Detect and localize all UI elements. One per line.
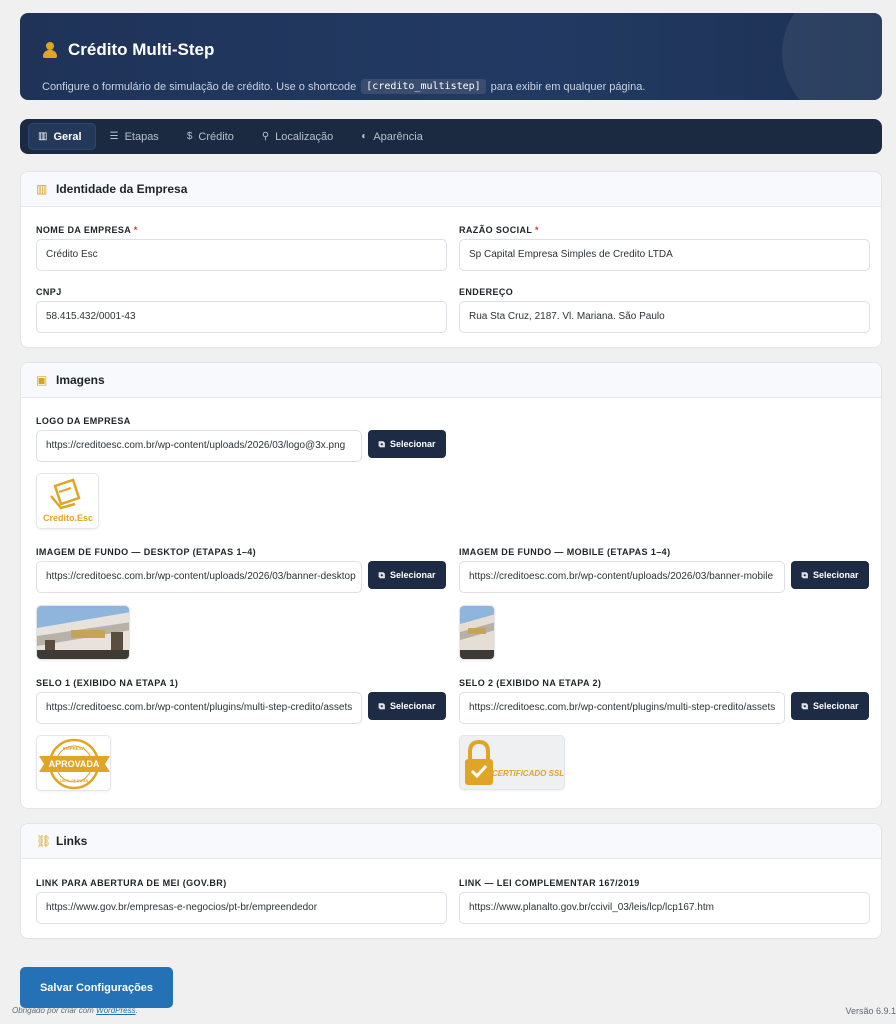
tab-label: Crédito <box>198 130 234 143</box>
media-icon: ⧉ <box>801 569 808 580</box>
page-header: Crédito Multi-Step Configure o formulári… <box>20 13 882 100</box>
field-label: LINK — LEI COMPLEMENTAR 167/2019 <box>459 878 640 888</box>
save-button[interactable]: Salvar Configurações <box>20 967 173 1008</box>
description-text-after: para exibir em qualquer página. <box>490 80 646 93</box>
page-title: Crédito Multi-Step <box>68 40 215 59</box>
field-label: ENDEREÇO <box>459 287 514 297</box>
user-icon <box>42 42 58 58</box>
building-photo-mobile <box>460 606 494 659</box>
media-icon: ⧉ <box>378 700 385 711</box>
lc-link-input[interactable]: https://www.planalto.gov.br/ccivil_03/le… <box>459 892 870 924</box>
description-text: Configure o formulário de simulação de c… <box>42 80 357 93</box>
field-label: IMAGEM DE FUNDO — DESKTOP (ETAPAS 1–4) <box>36 547 257 557</box>
identity-card: ▥ Identidade da Empresa NOME DA EMPRESA … <box>20 171 882 348</box>
list-icon: ☰ <box>109 131 119 142</box>
tab-label: Etapas <box>124 130 159 143</box>
field-label: RAZÃO SOCIAL * <box>459 225 539 235</box>
select-logo-button[interactable]: ⧉ Selecionar <box>368 430 446 458</box>
card-title: Links <box>56 834 88 848</box>
card-header: ▥ Identidade da Empresa <box>21 172 881 207</box>
image-icon: ▣ <box>36 373 48 387</box>
decorative-circle <box>782 13 882 100</box>
tab-label: Aparência <box>373 130 423 143</box>
select-seal2-button[interactable]: ⧉ Selecionar <box>791 692 869 720</box>
mei-link-input[interactable]: https://www.gov.br/empresas-e-negocios/p… <box>36 892 447 924</box>
links-card: ⛓ Links LINK PARA ABERTURA DE MEI (GOV.B… <box>20 823 882 939</box>
pin-icon: ⚲ <box>261 131 270 142</box>
settings-tabs: ▥ Geral ☰ Etapas $ Crédito ⚲ Localização… <box>20 119 882 154</box>
page-description: Configure o formulário de simulação de c… <box>42 79 645 94</box>
building-icon: ▥ <box>36 182 48 196</box>
page-title-row: Crédito Multi-Step <box>42 40 214 60</box>
field-label: SELO 1 (EXIBIDO NA ETAPA 1) <box>36 678 179 688</box>
building-icon: ▥ <box>38 131 48 142</box>
building-photo <box>37 606 129 659</box>
media-icon: ⧉ <box>378 569 385 580</box>
media-icon: ⧉ <box>378 438 385 449</box>
card-title: Identidade da Empresa <box>56 182 188 196</box>
svg-text:EMPRESA: EMPRESA <box>63 746 86 751</box>
logo-url-input[interactable]: https://creditoesc.com.br/wp-content/upl… <box>36 430 362 462</box>
address-input[interactable]: Rua Sta Cruz, 2187. Vl. Mariana. São Pau… <box>459 301 870 333</box>
tab-label: Localização <box>275 130 334 143</box>
seal2-url-input[interactable]: https://creditoesc.com.br/wp-content/plu… <box>459 692 785 724</box>
card-header: ▣ Imagens <box>21 363 881 398</box>
bg-mobile-preview <box>459 605 495 660</box>
seal1-preview: APROVADA EMPRESA 100% SEGURA <box>36 735 111 791</box>
bg-mobile-url-input[interactable]: https://creditoesc.com.br/wp-content/upl… <box>459 561 785 593</box>
select-seal1-button[interactable]: ⧉ Selecionar <box>368 692 446 720</box>
svg-text:Credito.Esc: Credito.Esc <box>43 513 93 523</box>
ssl-seal: CERTIFICADO SSL <box>465 739 564 785</box>
field-label: LOGO DA EMPRESA <box>36 416 131 426</box>
link-icon: ⛓ <box>36 834 52 848</box>
svg-text:APROVADA: APROVADA <box>49 759 100 769</box>
tab-label: Geral <box>53 130 82 143</box>
field-label: SELO 2 (EXIBIDO NA ETAPA 2) <box>459 678 602 688</box>
card-header: ⛓ Links <box>21 824 881 859</box>
media-icon: ⧉ <box>801 700 808 711</box>
footer-credits: Obrigado por criar com WordPress. <box>12 1006 138 1015</box>
select-bg-mobile-button[interactable]: ⧉ Selecionar <box>791 561 869 589</box>
tab-etapas[interactable]: ☰ Etapas <box>100 123 173 150</box>
field-label: LINK PARA ABERTURA DE MEI (GOV.BR) <box>36 878 227 888</box>
seal2-preview: CERTIFICADO SSL <box>459 735 565 790</box>
approved-seal: APROVADA EMPRESA 100% SEGURA <box>39 738 110 790</box>
svg-text:CERTIFICADO SSL: CERTIFICADO SSL <box>492 769 564 778</box>
cnpj-input[interactable]: 58.415.432/0001-43 <box>36 301 447 333</box>
logo-preview: Credito.Esc <box>36 473 99 529</box>
footer-version: Versão 6.9.1 <box>845 1006 896 1016</box>
bg-desktop-url-input[interactable]: https://creditoesc.com.br/wp-content/upl… <box>36 561 362 593</box>
select-bg-desktop-button[interactable]: ⧉ Selecionar <box>368 561 446 589</box>
field-label: NOME DA EMPRESA * <box>36 225 138 235</box>
shortcode-badge: [credito_multistep] <box>361 79 486 94</box>
legal-name-input[interactable]: Sp Capital Empresa Simples de Credito LT… <box>459 239 870 271</box>
svg-text:100% SEGURA: 100% SEGURA <box>60 778 89 783</box>
tab-localizacao[interactable]: ⚲ Localização <box>252 123 347 150</box>
seal1-url-input[interactable]: https://creditoesc.com.br/wp-content/plu… <box>36 692 362 724</box>
card-title: Imagens <box>56 373 105 387</box>
bg-desktop-preview <box>36 605 130 660</box>
tab-aparencia[interactable]: ◐ Aparência <box>351 123 437 150</box>
palette-icon: ◐ <box>361 131 368 142</box>
logo-image: Credito.Esc <box>43 478 93 523</box>
images-card: ▣ Imagens LOGO DA EMPRESA https://credit… <box>20 362 882 809</box>
tab-credito[interactable]: $ Crédito <box>177 123 248 150</box>
field-label: CNPJ <box>36 287 62 297</box>
tab-geral[interactable]: ▥ Geral <box>28 123 96 150</box>
company-name-input[interactable]: Crédito Esc <box>36 239 447 271</box>
field-label: IMAGEM DE FUNDO — MOBILE (ETAPAS 1–4) <box>459 547 671 557</box>
dollar-icon: $ <box>186 131 193 142</box>
wordpress-link[interactable]: WordPress <box>96 1006 136 1015</box>
